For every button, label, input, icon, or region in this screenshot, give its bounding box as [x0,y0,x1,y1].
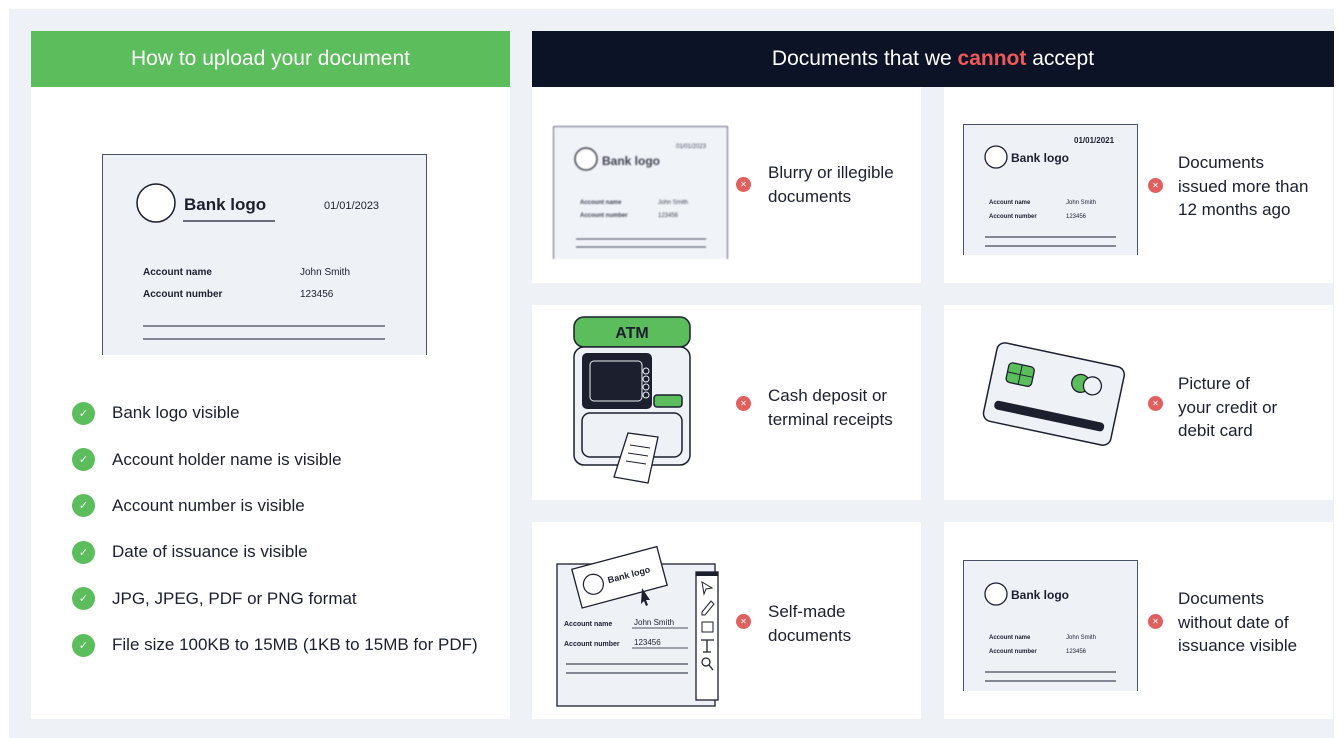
undated-document: Bank logo Account name John Smith Accoun… [963,560,1138,691]
self-made-number-label: Account number [564,641,620,648]
atm-card-slot [653,394,683,408]
blurry-document-art: Bank logo 01/01/2023 Account name John S… [574,144,707,248]
blurry-doc-date: 01/01/2023 [676,144,707,150]
toolbar-top [696,572,718,576]
atm-sign-label: ATM [615,325,648,342]
x-icon: ✕ [1148,178,1163,193]
x-icon: ✕ [736,396,751,411]
reject-label: Documents issued more than 12 months ago [1178,153,1309,219]
old-doc-logo: Bank logo [1011,151,1069,165]
credit-card-icon [982,342,1126,446]
checklist-item-label: File size 100KB to 15MB (1KB to 15MB for… [112,635,478,655]
sample-document-art: Bank logo 01/01/2023 Account name John S… [136,183,385,340]
atm-screen-inner [589,360,643,402]
reject-card-self-made: Account name John Smith Account number 1… [532,522,921,719]
sample-doc-account-name-value: John Smith [300,267,350,278]
checklist-item-label: JPG, JPEG, PDF or PNG format [112,588,357,608]
checklist-item: ✓ Account number is visible [72,483,502,529]
x-icon: ✕ [736,614,751,629]
reject-label: Cash deposit or terminal receipts [768,386,893,429]
bank-logo-circle-icon [574,147,598,171]
check-icon: ✓ [72,494,95,518]
old-doc-number-label: Account number [989,214,1037,220]
bank-logo-circle-icon [984,145,1008,169]
checklist-item: ✓ Bank logo visible [72,390,502,436]
upload-instructions-title: How to upload your document [131,47,410,70]
undated-doc-name-value: John Smith [1066,635,1096,641]
sample-doc-logo: Bank logo [184,195,266,214]
sample-doc-account-name-label: Account name [143,267,212,278]
self-made-document-icon: Account name John Smith Account number 1… [556,545,719,707]
blurry-doc-name-value: John Smith [658,200,688,206]
reject-label: Picture of your credit or debit card [1178,374,1278,440]
checklist-item: ✓ JPG, JPEG, PDF or PNG format [72,576,502,622]
rejected-documents-header: Documents that we cannot accept [532,31,1334,87]
checklist-item: ✓ File size 100KB to 15MB (1KB to 15MB fo… [72,622,502,668]
reject-card-atm: ATM ✕ Cash deposit or terminal receipts [532,305,921,500]
sample-doc-date: 01/01/2023 [324,200,379,212]
checklist-item-label: Account number is visible [112,495,305,515]
checklist-item-label: Bank logo visible [112,403,240,423]
blurry-document: Bank logo 01/01/2023 Account name John S… [553,126,728,259]
blurry-doc-number-value: 123456 [658,213,679,219]
checklist-item-label: Date of issuance is visible [112,542,308,562]
editor-toolbar [695,571,719,701]
x-icon: ✕ [1148,396,1163,411]
undated-doc-number-label: Account number [989,649,1037,655]
rejected-header-suffix: accept [1026,47,1095,70]
old-doc-date: 01/01/2021 [1074,136,1115,145]
check-icon: ✓ [72,633,95,657]
self-made-name-value: John Smith [634,618,674,627]
x-icon: ✕ [1148,614,1163,629]
rejected-header-prefix: Documents that we [771,47,958,70]
check-icon: ✓ [72,448,95,472]
undated-doc-number-value: 123456 [1066,649,1087,655]
bank-logo-circle-icon [984,582,1008,606]
check-icon: ✓ [72,540,95,564]
old-doc-name-label: Account name [989,200,1031,206]
check-icon: ✓ [72,587,95,611]
sample-doc-account-number-label: Account number [143,289,223,300]
undated-doc-name-label: Account name [989,635,1031,641]
blurry-doc-logo: Bank logo [602,154,660,168]
old-doc-name-value: John Smith [1066,200,1096,206]
reject-card-old: 01/01/2021 Bank logo Account name John S… [944,87,1333,283]
self-made-number-value: 123456 [634,638,661,647]
reject-card-blurry: Bank logo 01/01/2023 Account name John S… [532,87,921,283]
sample-bank-document: Bank logo 01/01/2023 Account name John S… [102,154,427,355]
blurry-doc-name-label: Account name [580,200,622,206]
reject-card-credit-card: ✕ Picture of your credit or debit card [944,305,1333,500]
undated-document-art: Bank logo Account name John Smith Accoun… [984,582,1116,682]
blurry-doc-number-label: Account number [580,213,628,219]
checklist-item: ✓ Date of issuance is visible [72,529,502,575]
rejected-header-highlight: cannot [957,47,1027,70]
x-icon: ✕ [736,177,751,192]
bank-logo-circle-icon [136,183,176,223]
upload-instructions-header: How to upload your document [31,31,510,87]
sample-doc-account-number-value: 123456 [300,289,334,300]
old-document-art: 01/01/2021 Bank logo Account name John S… [984,136,1116,247]
requirements-checklist: ✓ Bank logo visible ✓ Account holder name … [72,390,502,668]
reject-label: Documents without date of issuance visib… [1178,589,1298,655]
card-body [982,342,1126,446]
self-made-name-label: Account name [564,621,612,628]
checklist-item-label: Account holder name is visible [112,449,342,469]
check-icon: ✓ [72,401,95,425]
reject-card-no-date: Bank logo Account name John Smith Accoun… [944,522,1333,719]
checklist-item: ✓ Account holder name is visible [72,436,502,482]
undated-doc-logo: Bank logo [1011,588,1069,602]
atm-receipt-icon: ATM [573,316,691,484]
old-doc-number-value: 123456 [1066,214,1087,220]
reject-label: Blurry or illegible documents [768,163,894,206]
old-document: 01/01/2021 Bank logo Account name John S… [963,124,1138,255]
reject-label: Self-made documents [768,602,852,645]
